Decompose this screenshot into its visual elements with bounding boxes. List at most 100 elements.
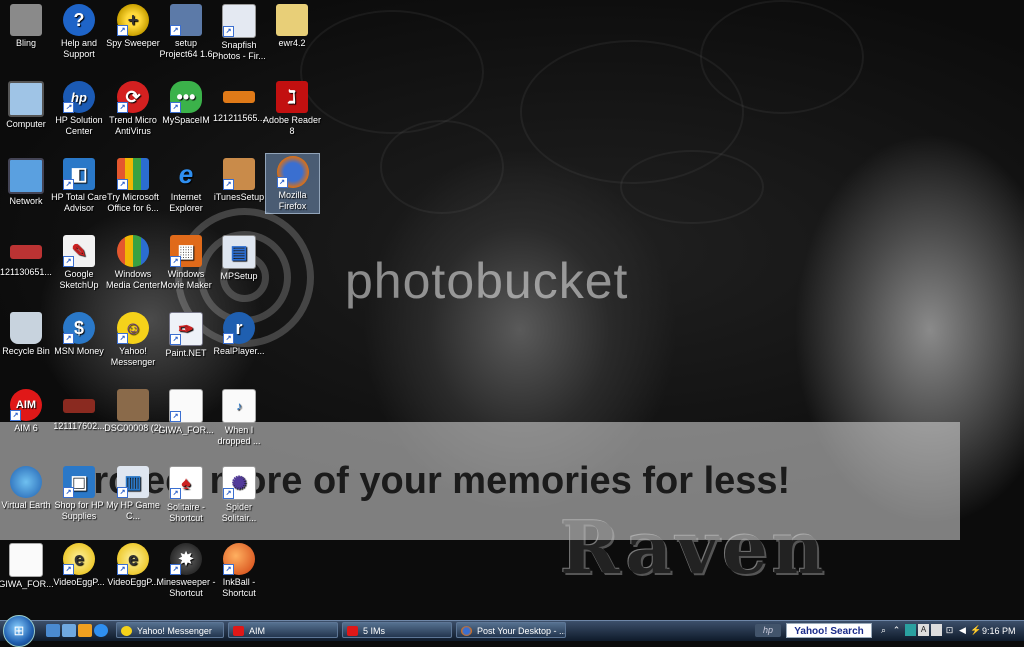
desktop-icon-image-121117602[interactable]: 121117602... xyxy=(48,387,110,461)
msn-money-icon: $ ↗ xyxy=(63,312,95,344)
network-tray-icon[interactable]: ⊡ xyxy=(944,624,955,636)
watermark-text: photobucket xyxy=(345,253,629,309)
desktop-icon-hp-solution[interactable]: hp ↗ HP Solution Center xyxy=(48,79,110,153)
desktop-icon-itunes-setup[interactable]: ↗ iTunesSetup xyxy=(208,156,270,230)
task-label: AIM xyxy=(249,626,266,636)
crosshair-icon: + ↗ xyxy=(117,4,149,36)
document-icon: ↗ xyxy=(169,389,203,423)
clock[interactable]: 9:16 PM xyxy=(982,621,1016,641)
icon-label: Adobe Reader 8 xyxy=(262,115,322,136)
power-icon[interactable]: ⚡ xyxy=(970,624,981,636)
icon-label: VideoEggP... xyxy=(53,577,105,587)
taskbar: ⊞ Yahoo! Messenger AIM 5 IMs Post Your D… xyxy=(0,615,1024,647)
chevron-up-icon[interactable]: ⌃ xyxy=(891,624,902,636)
media-center-icon xyxy=(117,235,149,267)
taskbar-button-aim[interactable]: AIM xyxy=(228,622,338,638)
aim-icon xyxy=(347,626,358,636)
network-icon xyxy=(8,158,44,194)
desktop: photobucket Raven Protect more of your m… xyxy=(0,0,1024,620)
desktop-icon-help[interactable]: ? Help and Support xyxy=(48,2,110,76)
taskbar-button-yahoo-messenger[interactable]: Yahoo! Messenger xyxy=(116,622,224,638)
icon-label: 121117602... xyxy=(53,421,105,431)
internet-explorer-quicklaunch-icon[interactable] xyxy=(94,624,108,637)
icon-label: iTunesSetup xyxy=(213,192,265,202)
hp-advisor-icon: ◧ ↗ xyxy=(63,158,95,190)
task-label: Post Your Desktop - ... xyxy=(477,626,566,636)
playing-card-icon: ♠ ↗ xyxy=(169,466,203,500)
folder-icon xyxy=(276,4,308,36)
desktop-icon-hp-total-care[interactable]: ◧ ↗ HP Total Care Advisor xyxy=(48,156,110,230)
globe-icon xyxy=(10,466,42,498)
icon-label: InkBall - Shortcut xyxy=(222,577,256,598)
yahoo-search-box[interactable]: Yahoo! Search xyxy=(786,623,872,638)
spider-card-icon: ✺ ↗ xyxy=(222,466,256,500)
internet-explorer-icon: e xyxy=(178,158,194,189)
aim-tray-icon[interactable]: A xyxy=(918,624,929,636)
desktop-icon-videoegg-1[interactable]: e ↗ VideoEggP... xyxy=(48,541,110,615)
mp3-file-icon: ♪ xyxy=(222,389,256,423)
realplayer-icon: r ↗ xyxy=(223,312,255,344)
media-player-quicklaunch-icon[interactable] xyxy=(78,624,92,637)
task-label: 5 IMs xyxy=(363,626,386,636)
start-button[interactable]: ⊞ xyxy=(3,615,35,647)
chat-icon: ••• ↗ xyxy=(170,81,202,113)
office-icon: ↗ xyxy=(117,158,149,190)
image-file-icon xyxy=(223,91,255,103)
recycle-bin-icon xyxy=(10,312,42,344)
volume-icon[interactable]: ◀ xyxy=(957,624,968,636)
desktop-icon-spider-solitaire[interactable]: ✺ ↗ Spider Solitair... xyxy=(208,464,270,538)
hp-toolbar-icon[interactable]: hp xyxy=(755,624,781,637)
desktop-icon-realplayer[interactable]: r ↗ RealPlayer... xyxy=(208,310,270,384)
computer-icon xyxy=(8,81,44,117)
desktop-icon-inkball[interactable]: ↗ InkBall - Shortcut xyxy=(208,541,270,615)
icon-label: ewr4.2 xyxy=(278,38,306,48)
taskbar-button-ims[interactable]: 5 IMs xyxy=(342,622,452,638)
show-desktop-icon[interactable] xyxy=(46,624,60,637)
desktop-icon-hp-supplies[interactable]: ▣ ↗ Shop for HP Supplies xyxy=(48,464,110,538)
taskbar-button-post-your-desktop[interactable]: Post Your Desktop - ... xyxy=(456,622,566,638)
icon-label: MPSetup xyxy=(220,271,258,281)
desktop-icon-firefox[interactable]: ↗ Mozilla Firefox xyxy=(265,153,320,214)
aim-icon: AIM ↗ xyxy=(10,389,42,421)
help-icon: ? xyxy=(63,4,95,36)
tray-window-icon[interactable] xyxy=(931,624,942,636)
videoegg-icon: e ↗ xyxy=(63,543,95,575)
switch-windows-icon[interactable] xyxy=(62,624,76,637)
icon-label: HP Total Care Advisor xyxy=(51,192,107,213)
icon-label: RealPlayer... xyxy=(213,346,265,356)
shopping-cart-icon: ▣ ↗ xyxy=(63,466,95,498)
firefox-icon: ↗ xyxy=(276,156,309,188)
folder-icon xyxy=(10,4,42,36)
desktop-icon-mpsetup[interactable]: ▤ MPSetup xyxy=(208,233,270,307)
document-icon xyxy=(9,543,43,577)
installer-box-icon: ↗ xyxy=(223,158,255,190)
image-file-icon xyxy=(63,399,95,413)
desktop-icon-adobe-reader[interactable]: ℷ Adobe Reader 8 xyxy=(261,79,323,153)
setup-icon: ↗ xyxy=(170,4,202,36)
game-console-icon: ▥ ↗ xyxy=(117,466,149,498)
mine-icon: ✸ ↗ xyxy=(170,543,202,575)
desktop-icon-ewr[interactable]: ewr4.2 xyxy=(261,2,323,76)
setup-window-icon: ▤ xyxy=(222,235,256,269)
movie-maker-icon: ▦ ↗ xyxy=(170,235,202,267)
desktop-icon-when-i-dropped[interactable]: ♪ When I dropped ... xyxy=(208,387,270,461)
yahoo-messenger-icon xyxy=(121,626,132,636)
desktop-icon-msn-money[interactable]: $ ↗ MSN Money xyxy=(48,310,110,384)
hp-icon: hp ↗ xyxy=(63,81,95,113)
desktop-icon-google-sketchup[interactable]: ✎ ↗ Google SketchUp xyxy=(48,233,110,307)
magnifier-icon[interactable]: ⌕ xyxy=(878,624,889,636)
aim-icon xyxy=(233,626,244,636)
inkball-icon: ↗ xyxy=(223,543,255,575)
firefox-icon xyxy=(461,626,472,636)
tray-app-icon[interactable] xyxy=(905,624,916,636)
task-label: Yahoo! Messenger xyxy=(137,626,212,636)
image-file-icon xyxy=(10,245,42,259)
icon-label: Shop for HP Supplies xyxy=(54,500,104,521)
photo-icon: ↗ xyxy=(222,4,256,38)
pdf-icon: ℷ xyxy=(276,81,308,113)
trend-micro-icon: ⟳ ↗ xyxy=(117,81,149,113)
icon-label: MSN Money xyxy=(54,346,104,356)
icon-label: Mozilla Firefox xyxy=(278,190,307,211)
yahoo-messenger-icon: ☺ ↗ xyxy=(117,312,149,344)
sketchup-icon: ✎ ↗ xyxy=(63,235,95,267)
